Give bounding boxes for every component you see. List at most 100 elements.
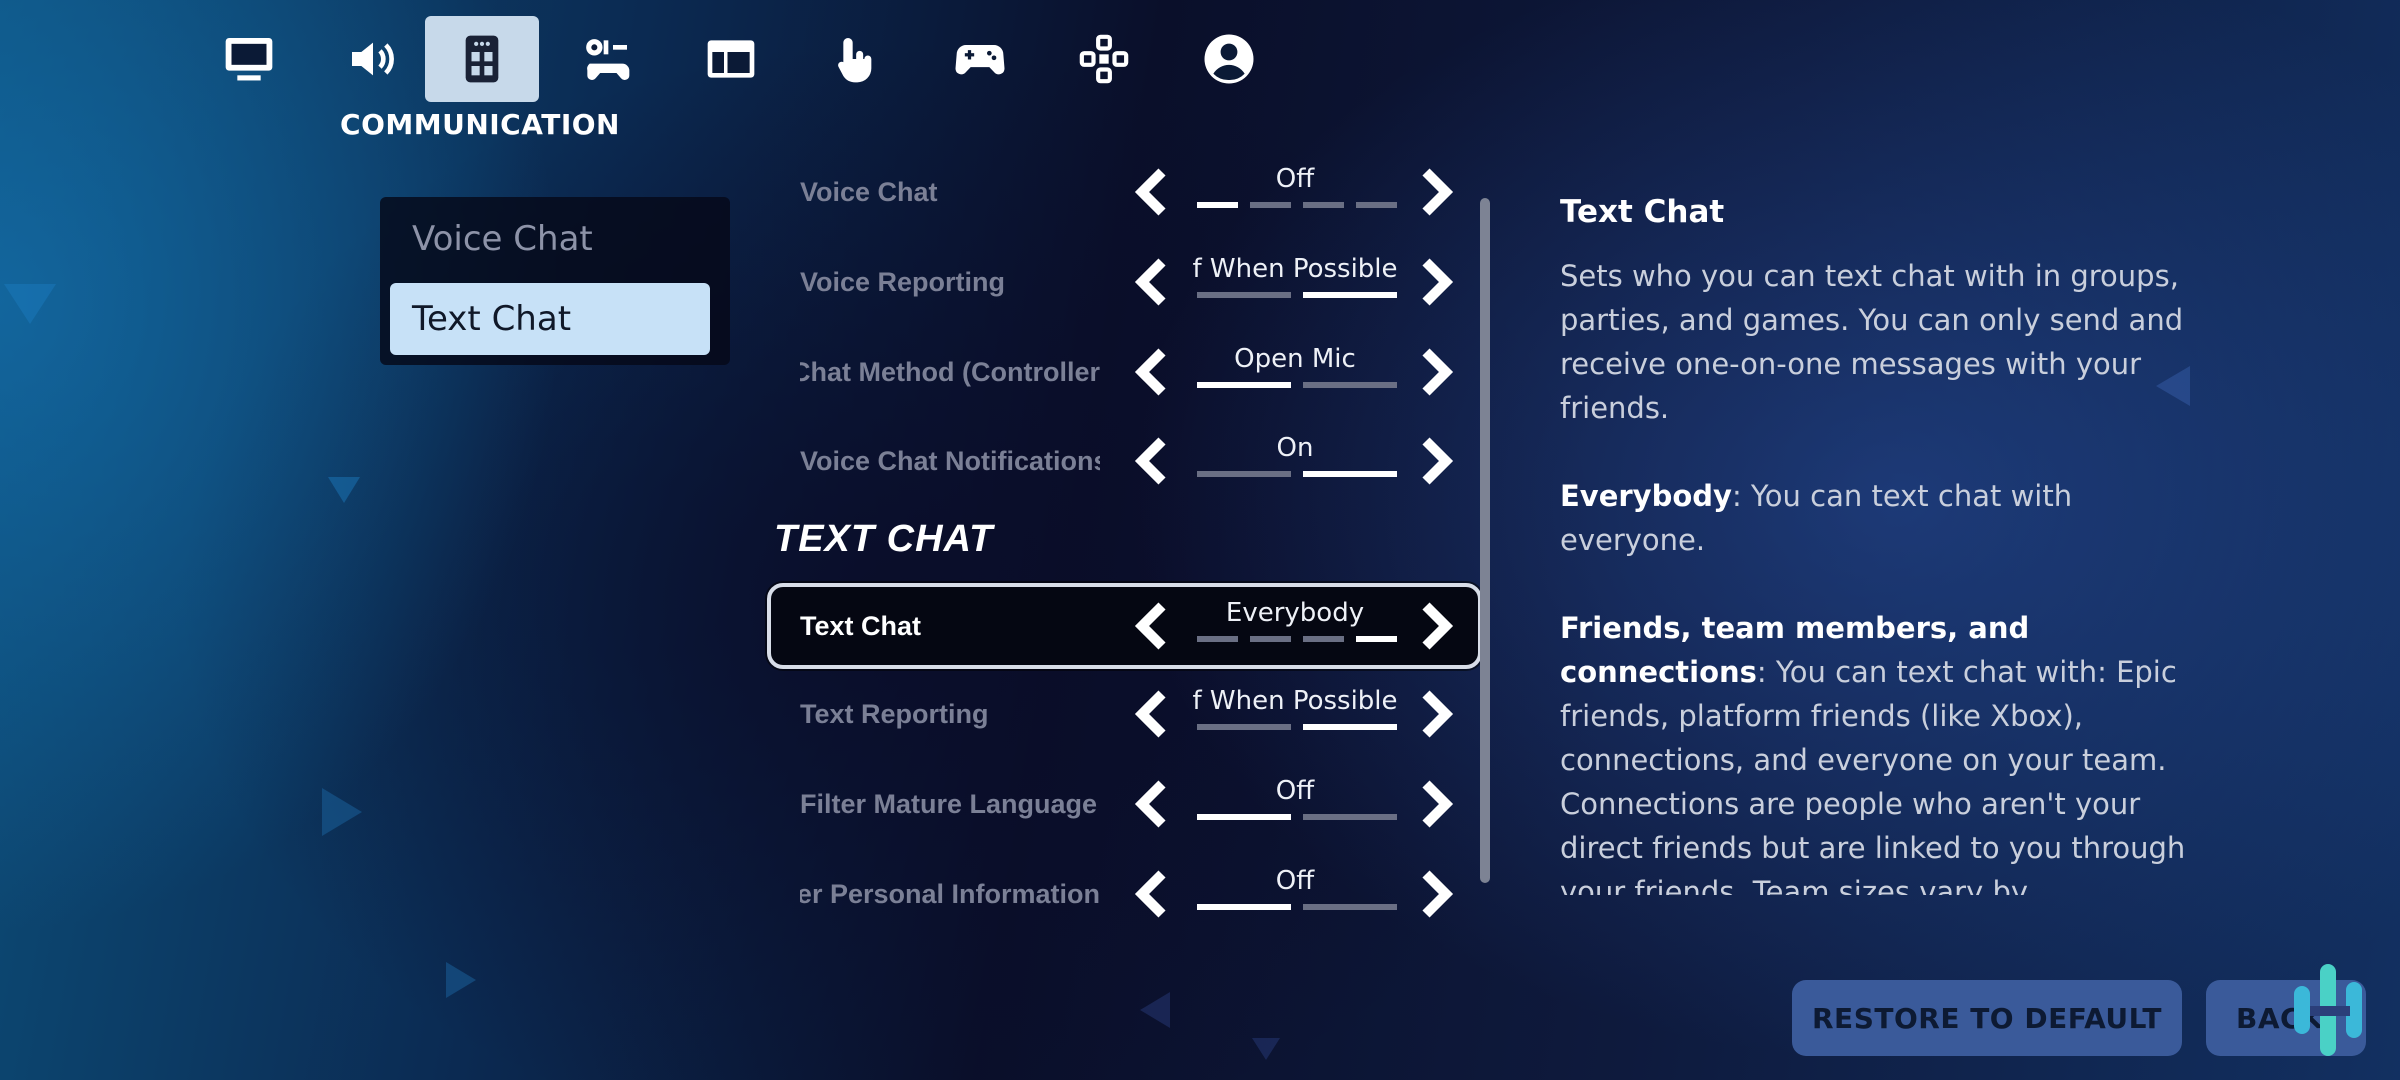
option-indicator — [1197, 636, 1397, 642]
tab-controller[interactable] — [923, 16, 1037, 102]
setting-row[interactable]: Filter Mature Language Off — [770, 764, 1470, 844]
subcategory-text-chat[interactable]: Text Chat — [390, 283, 710, 355]
setting-row[interactable]: Text Chat Everybody — [767, 583, 1482, 669]
tab-communication[interactable] — [425, 16, 539, 102]
account-icon — [1204, 34, 1254, 84]
setting-value: f When Possible — [1192, 686, 1398, 716]
subcategory-list: Voice Chat Text Chat — [380, 197, 730, 365]
setting-value: On — [1276, 433, 1314, 463]
setting-row[interactable]: Text Reporting f When Possible — [770, 674, 1470, 754]
setting-label: Chat Method (Controller — [800, 357, 1100, 387]
setting-row[interactable]: Chat Method (Controller Open Mic — [770, 332, 1470, 412]
chevron-right-icon[interactable] — [1410, 690, 1458, 738]
monitor-icon — [225, 38, 273, 81]
background-triangle — [322, 788, 362, 836]
chevron-right-icon[interactable] — [1410, 602, 1458, 650]
option-segment — [1250, 202, 1291, 208]
controller-icon — [955, 45, 1005, 75]
option-segment — [1197, 904, 1291, 910]
option-segment — [1197, 636, 1238, 642]
description-option-everybody: Everybody: You can text chat with everyo… — [1560, 474, 2200, 562]
option-segment — [1197, 724, 1291, 730]
speaker-icon — [352, 42, 394, 76]
setting-label: Text Reporting — [800, 699, 989, 729]
chevron-right-icon[interactable] — [1410, 348, 1458, 396]
section-heading-text-chat: TEXT CHAT — [774, 518, 994, 560]
description-intro: Sets who you can text chat with in group… — [1560, 259, 2184, 425]
setting-label: Voice Chat Notifications — [800, 446, 1100, 476]
background-triangle — [446, 962, 476, 998]
tab-accessibility[interactable] — [549, 16, 663, 102]
settings-scrollbar[interactable] — [1480, 198, 1490, 883]
chevron-left-icon[interactable] — [1130, 258, 1178, 306]
setting-label: ter Personal Information — [800, 879, 1100, 909]
chevron-left-icon[interactable] — [1130, 437, 1178, 485]
setting-row[interactable]: Voice Chat Notifications On — [770, 421, 1470, 501]
chevron-right-icon[interactable] — [1410, 258, 1458, 306]
setting-row[interactable]: ter Personal Information Off — [770, 854, 1470, 934]
setting-value: Open Mic — [1234, 344, 1356, 374]
touch-icon — [838, 38, 872, 83]
option-text: : You can text chat with: Epic friends, … — [1560, 655, 2186, 895]
chevron-right-icon[interactable] — [1410, 168, 1458, 216]
setting-label: Text Chat — [800, 611, 922, 641]
tab-audio[interactable] — [316, 16, 430, 102]
option-indicator — [1197, 202, 1397, 208]
background-triangle — [1140, 992, 1170, 1028]
setting-value: Off — [1275, 776, 1315, 806]
description-option-friends: Friends, team members, and connections: … — [1560, 606, 2200, 895]
setting-label: Filter Mature Language — [800, 789, 1098, 819]
dpad-icon — [1079, 34, 1129, 84]
setting-value: Off — [1275, 164, 1315, 194]
option-segment — [1303, 814, 1397, 820]
description-panel: Text Chat Sets who you can text chat wit… — [1560, 190, 2200, 895]
subcategory-voice-chat[interactable]: Voice Chat — [390, 203, 710, 275]
chevron-left-icon[interactable] — [1130, 690, 1178, 738]
option-segment — [1356, 636, 1397, 642]
option-segment — [1303, 382, 1397, 388]
option-segment — [1250, 636, 1291, 642]
communication-icon — [465, 35, 499, 83]
tab-controller-binds[interactable] — [1047, 16, 1161, 102]
option-segment — [1303, 471, 1397, 477]
active-tab-caption: COMMUNICATION — [340, 108, 620, 141]
option-indicator — [1197, 724, 1397, 730]
description-title: Text Chat — [1560, 194, 1725, 230]
watermark-logo — [2294, 964, 2362, 1056]
option-segment — [1303, 636, 1344, 642]
chevron-left-icon[interactable] — [1130, 780, 1178, 828]
option-segment — [1303, 904, 1397, 910]
chevron-right-icon[interactable] — [1410, 870, 1458, 918]
option-indicator — [1197, 382, 1397, 388]
setting-label: Voice Reporting — [800, 267, 1006, 297]
setting-value: f When Possible — [1192, 254, 1398, 284]
option-indicator — [1197, 904, 1397, 910]
chevron-left-icon[interactable] — [1130, 348, 1178, 396]
tab-touch[interactable] — [798, 16, 912, 102]
setting-row[interactable]: Voice Chat Off — [770, 152, 1470, 232]
restore-to-default-button[interactable]: RESTORE TO DEFAULT — [1792, 980, 2182, 1056]
tab-account[interactable] — [1172, 16, 1286, 102]
option-indicator — [1197, 471, 1397, 477]
chevron-left-icon[interactable] — [1130, 168, 1178, 216]
background-triangle — [328, 477, 360, 503]
background-triangle — [1252, 1038, 1280, 1060]
chevron-left-icon[interactable] — [1130, 870, 1178, 918]
tab-hud-layout[interactable] — [674, 16, 788, 102]
setting-row[interactable]: Voice Reporting f When Possible — [770, 242, 1470, 322]
option-segment — [1303, 292, 1397, 298]
option-segment — [1303, 202, 1344, 208]
option-segment — [1197, 292, 1291, 298]
chevron-right-icon[interactable] — [1410, 780, 1458, 828]
option-segment — [1197, 814, 1291, 820]
option-segment — [1303, 724, 1397, 730]
option-indicator — [1197, 292, 1397, 298]
option-indicator — [1197, 814, 1397, 820]
option-segment — [1356, 202, 1397, 208]
tab-video[interactable] — [192, 16, 306, 102]
setting-value: Everybody — [1225, 598, 1365, 628]
option-name: Everybody — [1560, 479, 1732, 513]
option-segment — [1197, 202, 1238, 208]
chevron-right-icon[interactable] — [1410, 437, 1458, 485]
chevron-left-icon[interactable] — [1130, 602, 1178, 650]
